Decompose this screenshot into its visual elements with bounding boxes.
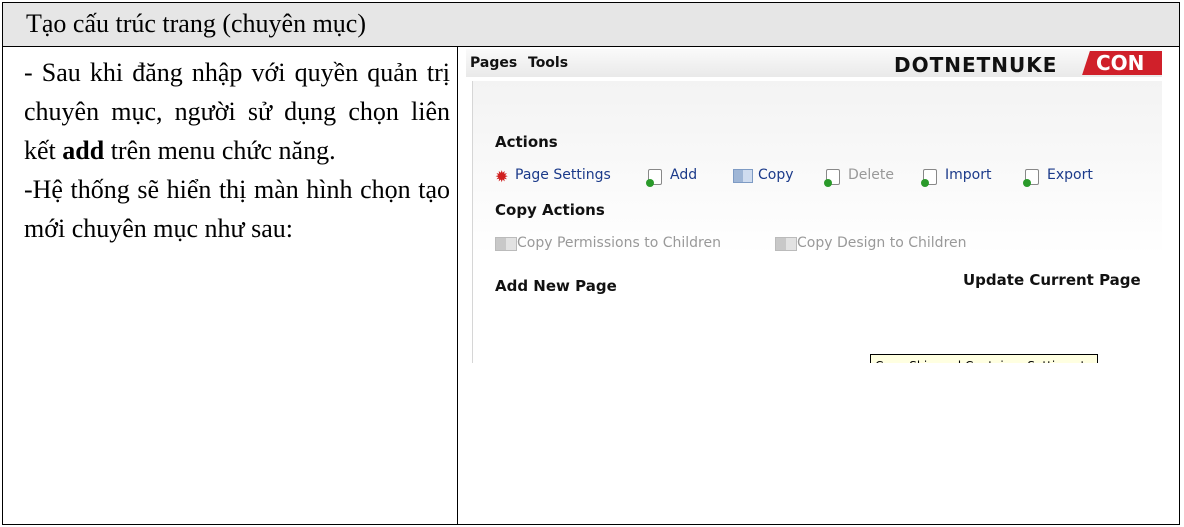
table-header-row: Tạo cấu trúc trang (chuyên mục) <box>3 3 1179 47</box>
action-add[interactable]: Add <box>670 167 697 183</box>
gear-icon: ✹ <box>495 167 509 186</box>
copy-design-icon <box>775 237 797 251</box>
logo-badge: CON <box>1082 51 1162 75</box>
instruction-text: - Sau khi đăng nhập với quyền quản trị c… <box>24 53 450 248</box>
dotnetnuke-logo: DOTNETNUKE <box>894 53 1058 77</box>
screenshot-cell: Pages Tools DOTNETNUKE CON Actions ✹ Pag… <box>458 47 1179 524</box>
update-current-page-heading: Update Current Page <box>963 271 1141 289</box>
document-table: Tạo cấu trúc trang (chuyên mục) - Sau kh… <box>2 2 1180 525</box>
add-new-page-heading: Add New Page <box>495 277 617 295</box>
page-import-icon <box>921 169 937 187</box>
control-panel-menubar: Pages Tools DOTNETNUKE CON <box>466 49 1162 77</box>
section-title: Tạo cấu trúc trang (chuyên mục) <box>26 9 367 38</box>
instruction-paragraph-1: - Sau khi đăng nhập với quyền quản trị c… <box>24 53 450 170</box>
actions-heading: Actions <box>495 133 558 151</box>
copy-permissions-to-children: Copy Permissions to Children <box>517 235 721 251</box>
copy-design-tooltip: Copy Skin and Container Settings to <box>870 354 1098 363</box>
instruction-cell: - Sau khi đăng nhập với quyền quản trị c… <box>3 47 458 524</box>
instruction-text-end: trên menu chức năng. <box>104 136 336 165</box>
action-copy[interactable]: Copy <box>758 167 794 183</box>
dnn-screenshot: Pages Tools DOTNETNUKE CON Actions ✹ Pag… <box>466 49 1162 363</box>
action-import[interactable]: Import <box>945 167 991 183</box>
add-keyword: add <box>62 136 105 165</box>
menu-pages[interactable]: Pages <box>470 55 517 71</box>
copy-permissions-icon <box>495 237 517 251</box>
copy-actions-heading: Copy Actions <box>495 201 605 219</box>
copy-icon <box>733 169 753 183</box>
instruction-paragraph-2: -Hệ thống sẽ hiển thị màn hình chọn tạo … <box>24 175 450 243</box>
copy-design-to-children: Copy Design to Children <box>797 235 967 251</box>
action-delete: Delete <box>848 167 894 183</box>
page-export-icon <box>1023 169 1039 187</box>
page-add-icon <box>646 169 662 187</box>
menu-tools[interactable]: Tools <box>528 55 568 71</box>
action-page-settings[interactable]: Page Settings <box>515 167 611 183</box>
actions-panel: Actions ✹ Page Settings Add Copy Delete … <box>472 81 1162 363</box>
action-export[interactable]: Export <box>1047 167 1093 183</box>
page-delete-icon <box>824 169 840 187</box>
